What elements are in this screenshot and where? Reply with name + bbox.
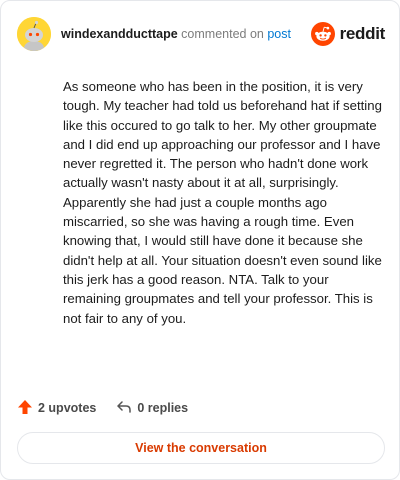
reply-arrow-icon <box>116 399 132 418</box>
comment-meta: windexandducttape commented on post <box>61 27 311 41</box>
reddit-logo[interactable]: reddit <box>310 22 386 46</box>
upvotes-stat[interactable]: 2 upvotes <box>17 399 96 418</box>
upvote-count: 2 upvotes <box>38 401 97 415</box>
post-link[interactable]: post <box>267 27 291 41</box>
comment-card: windexandducttape commented on post redd… <box>0 0 400 480</box>
reddit-wordmark: reddit <box>339 24 386 43</box>
upvote-arrow-icon <box>17 399 33 418</box>
snoo-avatar-icon <box>17 17 51 51</box>
reddit-snoo-icon <box>310 22 335 46</box>
comment-header: windexandducttape commented on post redd… <box>17 17 385 51</box>
view-conversation-button[interactable]: View the conversation <box>17 432 385 464</box>
commented-on-label: commented on <box>181 27 264 41</box>
comment-stats: 2 upvotes 0 replies <box>17 397 188 419</box>
replies-stat[interactable]: 0 replies <box>116 399 188 418</box>
user-avatar[interactable] <box>17 17 51 51</box>
comment-body: As someone who has been in the position,… <box>63 79 382 326</box>
username-link[interactable]: windexandducttape <box>61 27 178 41</box>
reply-count: 0 replies <box>137 401 189 415</box>
